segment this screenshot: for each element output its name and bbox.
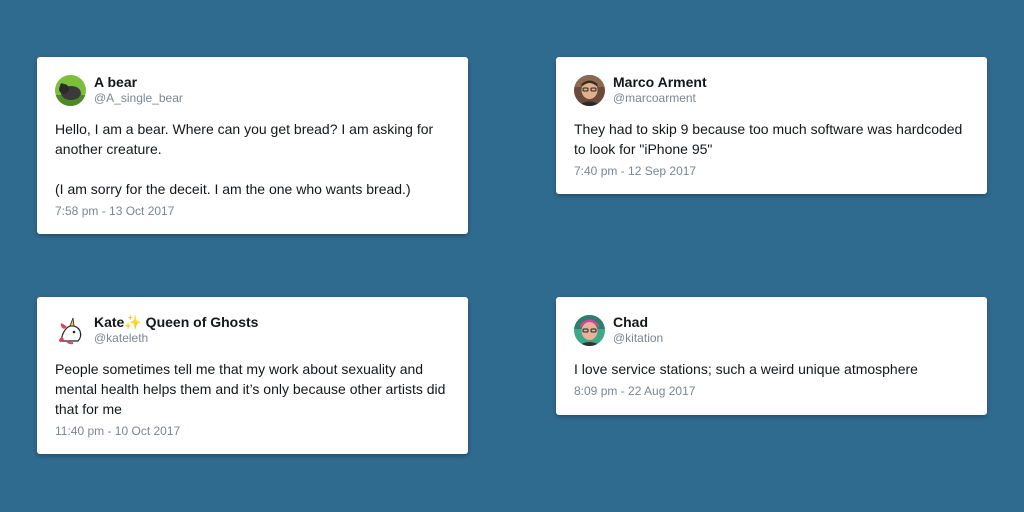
- tweet-timestamp[interactable]: 7:40 pm - 12 Sep 2017: [574, 161, 969, 181]
- tweet-timestamp[interactable]: 11:40 pm - 10 Oct 2017: [55, 421, 450, 441]
- author-name[interactable]: Marco Arment: [613, 74, 707, 90]
- tweet-timestamp[interactable]: 8:09 pm - 22 Aug 2017: [574, 381, 969, 401]
- tweet-header: Kate✨ Queen of Ghosts @kateleth: [55, 313, 450, 347]
- tweet-card[interactable]: Kate✨ Queen of Ghosts @kateleth People s…: [37, 297, 468, 454]
- tweet-header: Marco Arment @marcoarment: [574, 73, 969, 107]
- tweet-paragraph: (I am sorry for the deceit. I am the one…: [55, 181, 411, 197]
- tweet-card[interactable]: Marco Arment @marcoarment They had to sk…: [556, 57, 987, 194]
- tweet-card[interactable]: Chad @kitation I love service stations; …: [556, 297, 987, 415]
- tweet-header: Chad @kitation: [574, 313, 969, 347]
- tweet-paragraph: People sometimes tell me that my work ab…: [55, 361, 446, 417]
- author-handle[interactable]: @marcoarment: [613, 90, 707, 106]
- tweet-author: Chad @kitation: [613, 314, 663, 346]
- tweet-author: A bear @A_single_bear: [94, 74, 183, 106]
- author-name[interactable]: Chad: [613, 314, 663, 330]
- tweet-header: A bear @A_single_bear: [55, 73, 450, 107]
- author-name[interactable]: A bear: [94, 74, 183, 90]
- tweet-text: People sometimes tell me that my work ab…: [55, 359, 450, 419]
- tweet-timestamp[interactable]: 7:58 pm - 13 Oct 2017: [55, 201, 450, 221]
- bear-avatar-icon[interactable]: [55, 74, 86, 106]
- tweet-paragraph: I love service stations; such a weird un…: [574, 361, 918, 377]
- tweet-text: I love service stations; such a weird un…: [574, 359, 969, 379]
- author-name[interactable]: Kate✨ Queen of Ghosts: [94, 314, 258, 330]
- tweet-paragraph: They had to skip 9 because too much soft…: [574, 121, 963, 157]
- tweet-text: Hello, I am a bear. Where can you get br…: [55, 119, 450, 199]
- tweet-paragraph: Hello, I am a bear. Where can you get br…: [55, 121, 434, 157]
- unicorn-avatar-icon[interactable]: [55, 314, 86, 346]
- sparkles-icon: ✨: [124, 314, 142, 330]
- tweet-card[interactable]: A bear @A_single_bear Hello, I am a bear…: [37, 57, 468, 234]
- tweet-author: Marco Arment @marcoarment: [613, 74, 707, 106]
- person-avatar-icon[interactable]: [574, 314, 605, 346]
- author-handle[interactable]: @kitation: [613, 330, 663, 346]
- author-handle[interactable]: @kateleth: [94, 330, 258, 346]
- author-name-suffix: Queen of Ghosts: [141, 314, 259, 330]
- author-handle[interactable]: @A_single_bear: [94, 90, 183, 106]
- author-name-prefix: Kate: [94, 314, 125, 330]
- tweet-text: They had to skip 9 because too much soft…: [574, 119, 969, 159]
- person-avatar-icon[interactable]: [574, 74, 605, 106]
- tweet-author: Kate✨ Queen of Ghosts @kateleth: [94, 314, 258, 346]
